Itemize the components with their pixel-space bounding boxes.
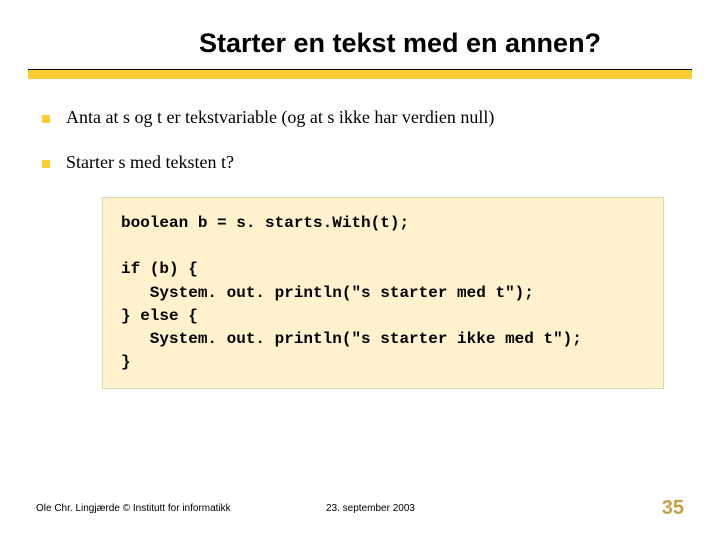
footer-author: Ole Chr. Lingjærde © Institutt for infor… [36, 503, 286, 514]
slide: Starter en tekst med en annen? Anta at s… [0, 0, 720, 540]
footer-date: 23. september 2003 [286, 503, 662, 514]
bullet-list: Anta at s og t er tekstvariable (og at s… [36, 107, 684, 173]
footer: Ole Chr. Lingjærde © Institutt for infor… [0, 497, 720, 520]
bullet-text: Starter s med teksten t? [66, 152, 234, 173]
code-block: boolean b = s. starts.With(t); if (b) { … [102, 197, 664, 389]
page-title: Starter en tekst med en annen? [36, 28, 684, 59]
title-underline [28, 69, 692, 79]
bullet-icon [42, 115, 50, 123]
bullet-text: Anta at s og t er tekstvariable (og at s… [66, 107, 494, 128]
list-item: Starter s med teksten t? [42, 152, 684, 173]
footer-page-number: 35 [662, 497, 684, 520]
list-item: Anta at s og t er tekstvariable (og at s… [42, 107, 684, 128]
bullet-icon [42, 160, 50, 168]
